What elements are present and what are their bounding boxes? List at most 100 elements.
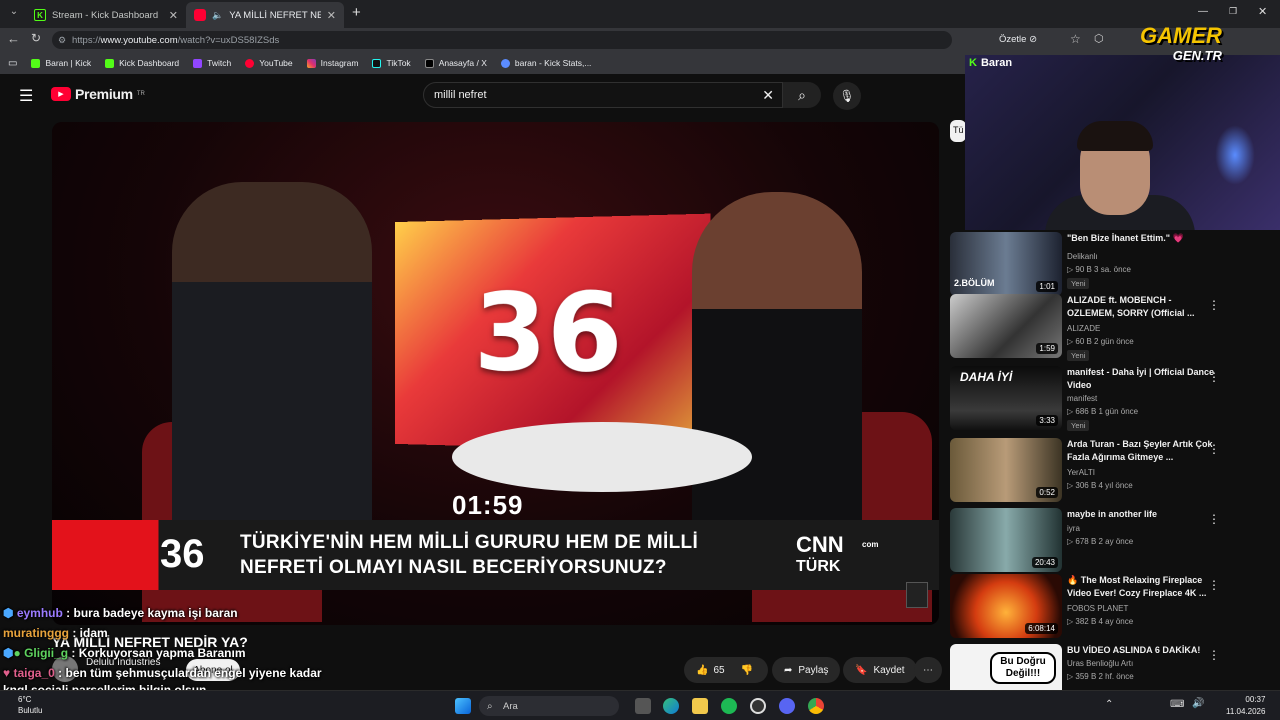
share-button[interactable]: ➦ Paylaş xyxy=(772,657,841,683)
browser-tab-strip: ⌄ K Stream - Kick Dashboard ✕ 🔈 YA MİLLİ… xyxy=(0,0,1280,28)
recommendation-item[interactable]: 2.BÖLÜM 1:01 "Ben Bize İhanet Ettim." 💗 … xyxy=(950,232,1260,300)
site-info-icon[interactable]: ⚙ xyxy=(58,35,66,46)
spotify-icon[interactable] xyxy=(721,698,737,714)
bookmark-instagram[interactable]: Instagram xyxy=(306,58,358,68)
lower-third-banner: 36 TÜRKİYE'NİN HEM MİLLİ GURURU HEM DE M… xyxy=(52,520,939,590)
clear-search-icon[interactable]: ✕ xyxy=(762,87,774,104)
more-icon[interactable]: ⋮ xyxy=(1208,370,1220,384)
edge-icon[interactable] xyxy=(663,698,679,714)
chat-message: muratinggg : idam xyxy=(3,626,108,640)
video-thumbnail[interactable]: 6:08:14 xyxy=(950,574,1062,638)
reload-icon[interactable]: ↻ xyxy=(31,31,41,45)
tray-chevron-icon[interactable]: ⌃ xyxy=(1105,699,1113,710)
bookmark-kick-dashboard[interactable]: Kick Dashboard xyxy=(105,58,179,68)
instagram-icon xyxy=(306,58,316,68)
address-bar[interactable]: ⚙ https://www.youtube.com/watch?v=uxDS58… xyxy=(52,31,952,49)
tab-list-chevron-icon[interactable]: ⌄ xyxy=(6,6,22,22)
video-thumbnail[interactable]: DAHA İYİ 3:33 xyxy=(950,366,1062,430)
task-view-icon[interactable] xyxy=(635,698,651,714)
tab-kick-dashboard[interactable]: K Stream - Kick Dashboard ✕ xyxy=(26,2,186,28)
restore-icon[interactable]: ❐ xyxy=(1229,6,1237,17)
browser-toolbar: ← ↻ ⚙ https://www.youtube.com/watch?v=ux… xyxy=(0,28,1280,52)
recommendation-item[interactable]: 1:59 ALIZADE ft. MOBENCH - OZLEMEM, SORR… xyxy=(950,294,1260,362)
bookmark-icon: 🔖 xyxy=(855,664,868,676)
more-icon[interactable]: ⋮ xyxy=(1208,298,1220,312)
chat-badge-icon: ♥ xyxy=(3,666,11,680)
x-icon xyxy=(424,58,434,68)
network-icon[interactable]: ⌨ xyxy=(1170,699,1184,710)
video-thumbnail[interactable]: 20:43 xyxy=(950,508,1062,572)
filter-chip[interactable]: Tü xyxy=(950,120,966,142)
search-icon: ⌕ xyxy=(487,700,493,712)
room-light xyxy=(1215,125,1255,185)
bookmark-youtube[interactable]: YouTube xyxy=(245,58,293,68)
recommendation-item[interactable]: 20:43 maybe in another life iyra ▷ 678 B… xyxy=(950,508,1260,576)
taskbar-clock[interactable]: 00:37 11.04.2026 xyxy=(1226,694,1265,718)
chat-message: ⬢● Gligii_g : Korkuyorsan yapma Baranım xyxy=(3,646,246,660)
tab-youtube-video[interactable]: 🔈 YA MİLLİ NEFRET NEDİR YA? - ✕ xyxy=(186,2,344,28)
like-dislike-group: 👍 65 👎 xyxy=(684,657,768,683)
save-button[interactable]: 🔖 Kaydet xyxy=(843,657,917,683)
youtube-premium-logo[interactable]: ▶ Premium TR xyxy=(51,86,145,102)
file-explorer-icon[interactable] xyxy=(692,698,708,714)
streamer-label: K Baran xyxy=(969,57,1013,69)
more-icon[interactable]: ⋮ xyxy=(1208,442,1220,456)
summarize-button[interactable]: Özetle ⊘ xyxy=(999,34,1037,45)
extensions-icon[interactable]: ⬡ xyxy=(1094,32,1104,45)
youtube-icon xyxy=(245,58,255,68)
share-icon: ➦ xyxy=(784,664,793,676)
search-icon: ⌕ xyxy=(798,86,806,103)
new-tab-button[interactable]: + xyxy=(352,4,361,21)
bookmark-baran-kick[interactable]: Baran | Kick xyxy=(31,58,91,68)
search-input[interactable]: millil nefret ✕ xyxy=(423,82,783,108)
speaker-icon[interactable]: 🔈 xyxy=(212,10,223,21)
close-tab-icon[interactable]: ✕ xyxy=(169,9,178,22)
recommendation-item[interactable]: DAHA İYİ 3:33 manifest - Daha İyi | Offi… xyxy=(950,366,1260,434)
bookmark-kick-stats[interactable]: baran - Kick Stats,... xyxy=(500,58,591,68)
recommendation-item[interactable]: 6:08:14 🔥 The Most Relaxing Fireplace Vi… xyxy=(950,574,1260,642)
weather-widget[interactable]: 6°C Bulutlu xyxy=(18,694,42,716)
bookmark-tiktok[interactable]: TikTok xyxy=(372,58,411,68)
close-window-icon[interactable]: ✕ xyxy=(1258,5,1267,18)
chat-badge-icon: ⬢ xyxy=(3,606,14,620)
chat-message: ⬢ eymhub : bura badeye kayma işi baran xyxy=(3,606,238,620)
youtube-icon xyxy=(194,9,206,21)
dislike-button[interactable]: 👎 xyxy=(741,665,753,676)
volume-icon[interactable]: 🔊 xyxy=(1192,698,1204,709)
video-thumbnail[interactable]: 2.BÖLÜM 1:01 xyxy=(950,232,1062,296)
youtube-play-icon: ▶ xyxy=(51,87,71,101)
bookmark-twitch[interactable]: Twitch xyxy=(193,58,231,68)
obs-icon[interactable] xyxy=(750,698,766,714)
windows-taskbar: 6°C Bulutlu ⌕ Ara ⌃ ⌨ 🔊 00:37 11.04.2026 xyxy=(0,690,1280,720)
more-icon[interactable]: ⋮ xyxy=(1208,578,1220,592)
start-button-icon[interactable] xyxy=(455,698,471,714)
like-button[interactable]: 👍 65 xyxy=(696,665,725,676)
taskbar-search[interactable]: ⌕ Ara xyxy=(479,696,619,716)
video-thumbnail[interactable]: 1:59 xyxy=(950,294,1062,358)
channel-watermark-icon[interactable] xyxy=(906,582,928,608)
streamer-webcam xyxy=(965,55,1280,230)
more-actions-button[interactable]: ⋯ xyxy=(914,657,942,683)
lower-third-number: 36 xyxy=(160,532,205,576)
verified-badge-icon: ● xyxy=(13,646,21,660)
search-button[interactable]: ⌕ xyxy=(783,82,821,108)
chrome-icon[interactable] xyxy=(808,698,824,714)
bookmark-x[interactable]: Anasayfa / X xyxy=(424,58,487,68)
video-thumbnail[interactable]: 0:52 xyxy=(950,438,1062,502)
more-icon[interactable]: ⋮ xyxy=(1208,512,1220,526)
recommendation-item[interactable]: 0:52 Arda Turan - Bazı Şeyler Artık Çok … xyxy=(950,438,1260,506)
minimize-icon[interactable]: — xyxy=(1198,6,1208,17)
close-tab-icon[interactable]: ✕ xyxy=(327,9,336,22)
studio-clock: 01:59 xyxy=(452,490,524,520)
thumbs-down-icon: 👎 xyxy=(740,664,754,676)
more-icon[interactable]: ⋮ xyxy=(1208,648,1220,662)
sidebar-toggle-icon[interactable]: ▭ xyxy=(8,58,17,69)
menu-icon[interactable]: ☰ xyxy=(19,86,33,106)
discord-icon[interactable] xyxy=(779,698,795,714)
bookmark-star-icon[interactable]: ☆ xyxy=(1070,32,1081,46)
voice-search-button[interactable]: 🎙 xyxy=(833,82,861,110)
streamer-hair xyxy=(1077,121,1153,151)
video-player[interactable]: 36 01:59 36 TÜRKİYE'NİN HEM MİLLİ GURURU… xyxy=(52,122,939,625)
chat-message: ♥ taiga_0 : ben tüm şehmusçulardan engel… xyxy=(3,666,322,680)
back-icon[interactable]: ← xyxy=(7,31,20,46)
